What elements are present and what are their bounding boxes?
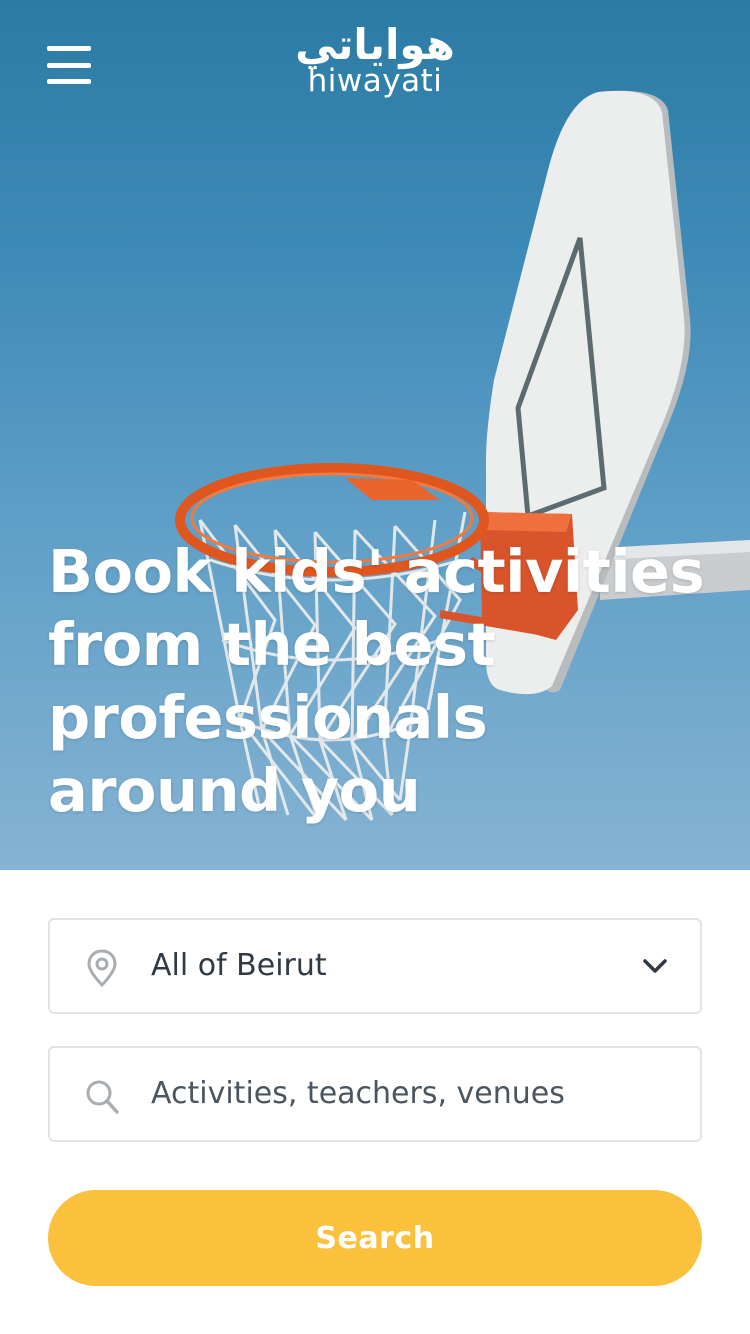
hero-heading: Book kids' activities from the best prof… [48, 535, 728, 827]
chevron-down-icon[interactable] [640, 954, 670, 978]
menu-bar [47, 79, 91, 84]
hero-heading-line: Book kids' activities [48, 537, 705, 606]
menu-bar [47, 46, 91, 51]
search-placeholder: Activities, teachers, venues [151, 1076, 565, 1111]
location-value: All of Beirut [151, 948, 327, 983]
location-select[interactable]: All of Beirut [48, 918, 702, 1014]
map-pin-icon [87, 949, 117, 988]
hero-heading-line: professionals [48, 683, 488, 752]
search-button[interactable]: Search [48, 1190, 702, 1286]
hiwayati-logo[interactable]: هواياتي hiwayati [275, 20, 475, 116]
hamburger-menu-icon[interactable] [47, 45, 91, 85]
hero-banner: هواياتي hiwayati Book kids' activities f… [0, 0, 750, 870]
search-icon [86, 1080, 119, 1114]
hero-heading-line: from the best [48, 610, 496, 679]
menu-bar [47, 62, 91, 68]
hero-heading-line: around you [48, 756, 421, 825]
search-input[interactable]: Activities, teachers, venues [48, 1046, 702, 1142]
